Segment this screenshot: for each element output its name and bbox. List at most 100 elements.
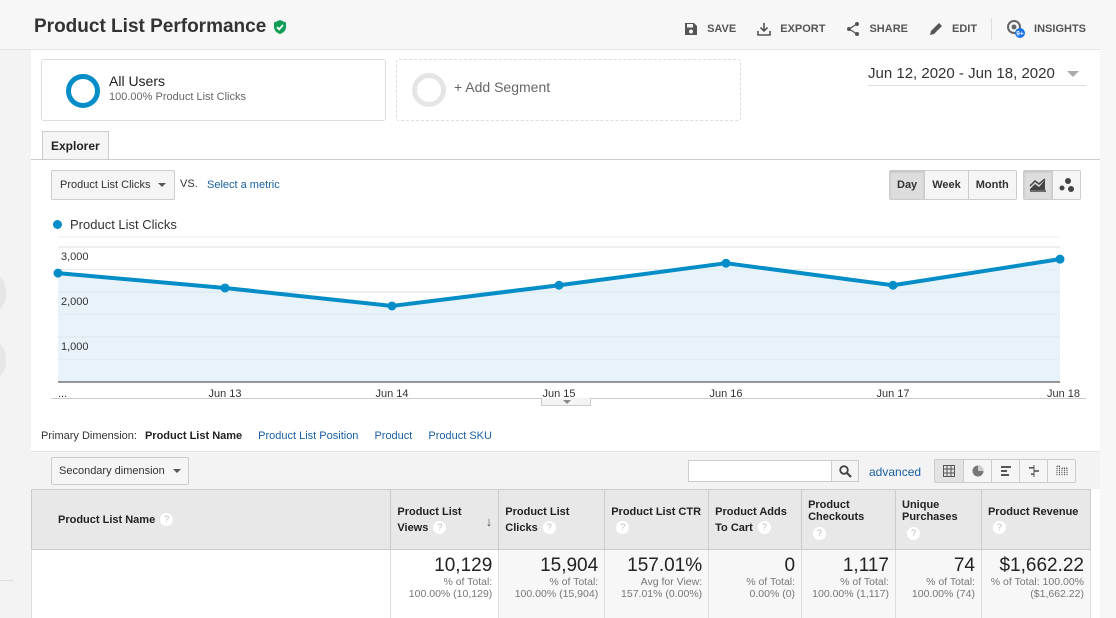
week-button[interactable]: Week	[924, 171, 968, 199]
chart-collapse-handle[interactable]	[541, 398, 591, 406]
help-icon[interactable]: ?	[813, 527, 827, 540]
performance-view-button[interactable]	[991, 460, 1019, 482]
line-chart-icon	[1029, 178, 1046, 192]
help-icon[interactable]: ?	[757, 521, 771, 535]
month-button[interactable]: Month	[967, 171, 1016, 199]
legend-label: Product List Clicks	[70, 217, 177, 232]
chart-type-toggle	[1023, 170, 1081, 200]
totals-label-cell	[30, 549, 392, 618]
pivot-view-button[interactable]	[1047, 460, 1075, 482]
period-toggle: Day Week Month	[889, 170, 1017, 200]
table-search-input[interactable]	[688, 460, 832, 482]
column-header-label: Product List Clicks	[505, 505, 570, 534]
column-header-product-revenue[interactable]: Product Revenue?	[980, 489, 1092, 550]
segment-name: All Users	[109, 73, 166, 89]
total-cell-product-checkouts: 1,117% of Total: 100.00% (1,117)	[801, 549, 896, 618]
export-button[interactable]: EXPORT	[756, 21, 825, 37]
help-icon[interactable]: ?	[160, 513, 174, 527]
total-sub: % of Total:	[443, 576, 493, 588]
totals-row: 10,129% of Total: 100.00% (10,129) 15,904…	[30, 549, 1092, 618]
dimension-link-product-sku[interactable]: Product SKU	[428, 430, 492, 442]
pie-view-icon	[972, 465, 983, 477]
search-button[interactable]	[831, 460, 859, 482]
line-chart: 3,000 2,000 1,000... Jun 13 Jun 14 Jun 15 Jun …	[31, 235, 1100, 405]
total-sub: 157.01% (0.00%)	[621, 588, 703, 600]
chevron-down-icon	[1066, 70, 1079, 77]
total-sub: % of Total:	[840, 576, 889, 588]
advanced-filter-link[interactable]: advanced	[869, 465, 921, 479]
share-button[interactable]: SHARE	[845, 21, 908, 37]
add-segment-button[interactable]: + Add Segment	[396, 59, 741, 121]
table-view-icon	[943, 465, 955, 477]
metric-select[interactable]: Product List Clicks	[51, 170, 175, 200]
total-sub: ($1,662.22)	[1030, 588, 1084, 600]
save-icon	[685, 23, 698, 35]
segment-subtitle: 100.00% Product List Clicks	[109, 91, 246, 103]
column-header-label: Product List Name	[58, 513, 156, 526]
total-value: $1,662.22	[999, 555, 1084, 576]
total-sub: 100.00% (1,117)	[812, 588, 889, 600]
help-icon[interactable]: ?	[542, 521, 556, 535]
dimension-link-product[interactable]: Product	[374, 430, 412, 442]
share-label: SHARE	[869, 23, 908, 35]
sidebar-handle	[0, 343, 6, 377]
column-header-product-list-clicks[interactable]: Product List Clicks?	[498, 489, 606, 550]
total-sub: Avg for View:	[640, 576, 703, 588]
help-icon[interactable]: ?	[433, 521, 447, 535]
chart-svg: 3,0002,0001,000... Jun 13 Jun 14 Jun 15 Jun …	[53, 236, 1080, 400]
date-range-picker[interactable]: Jun 12, 2020 - Jun 18, 2020	[868, 62, 1086, 86]
insights-icon: 9+	[1007, 20, 1026, 38]
edit-button[interactable]: EDIT	[928, 21, 977, 37]
data-point	[721, 258, 731, 268]
column-header-product-checkouts[interactable]: Product Checkouts?	[801, 489, 896, 550]
table-view-toggle	[934, 459, 1076, 483]
secondary-dimension-select[interactable]: Secondary dimension	[51, 457, 189, 485]
segment-empty-ring-icon	[412, 73, 446, 107]
primary-dimension-bar: Primary Dimension: Product List Name Pro…	[41, 430, 508, 442]
y-tick-label: 1,000	[61, 341, 89, 353]
column-header-label: Product List Views	[397, 505, 462, 534]
report-header: Product List Performance SAVE EXPORT SHA…	[0, 0, 1100, 50]
column-header-product-list-name[interactable]: Product List Name?	[30, 489, 392, 550]
line-chart-button[interactable]	[1024, 171, 1052, 199]
metric-select-value: Product List Clicks	[60, 179, 151, 191]
total-value: 10,129	[434, 555, 493, 576]
pie-view-button[interactable]	[963, 460, 991, 482]
table-view-button[interactable]	[935, 460, 963, 482]
performance-view-icon	[1000, 466, 1011, 476]
select-metric-link[interactable]: Select a metric	[207, 179, 280, 191]
pivot-view-icon	[1056, 465, 1067, 476]
segment-all-users[interactable]: All Users 100.00% Product List Clicks	[41, 59, 386, 121]
page-title: Product List Performance	[34, 16, 288, 38]
column-header-product-list-ctr[interactable]: Product List CTR?	[604, 489, 710, 550]
save-button[interactable]: SAVE	[683, 21, 736, 37]
motion-chart-button[interactable]	[1052, 171, 1080, 199]
insights-button[interactable]: 9+ INSIGHTS	[1006, 19, 1086, 39]
total-sub: 0.00% (0)	[749, 588, 796, 600]
share-icon	[847, 22, 860, 36]
day-button[interactable]: Day	[890, 171, 925, 199]
page-title-text: Product List Performance	[34, 16, 267, 37]
total-sub: 100.00% (74)	[911, 588, 975, 600]
help-icon[interactable]: ?	[616, 521, 630, 535]
total-value: 157.01%	[627, 555, 703, 576]
table-filter-bar: Secondary dimension advanced	[31, 451, 1100, 489]
help-icon[interactable]: ?	[907, 527, 920, 540]
comparison-view-button[interactable]	[1019, 460, 1047, 482]
dimension-link-product-list-position[interactable]: Product List Position	[258, 430, 358, 442]
total-sub: % of Total: 100.00%	[990, 576, 1084, 588]
data-point	[53, 268, 63, 278]
column-header-product-adds-to-cart[interactable]: Product Adds To Cart?	[708, 489, 803, 550]
column-header-label: Product Checkouts	[808, 499, 865, 523]
column-header-unique-purchases[interactable]: Unique Purchases?	[895, 489, 982, 550]
series-area	[58, 259, 1060, 382]
total-sub: % of Total:	[549, 576, 599, 588]
report-body: All Users 100.00% Product List Clicks + …	[30, 50, 1100, 618]
column-header-label: Unique Purchases	[902, 499, 958, 523]
primary-dimension-active: Product List Name	[144, 430, 243, 442]
total-value: 74	[953, 555, 975, 576]
help-icon[interactable]: ?	[992, 521, 1006, 535]
tab-explorer[interactable]: Explorer	[42, 131, 109, 160]
y-tick-label: 2,000	[61, 296, 89, 308]
column-header-product-list-views[interactable]: Product List Views? ↓	[390, 489, 500, 550]
